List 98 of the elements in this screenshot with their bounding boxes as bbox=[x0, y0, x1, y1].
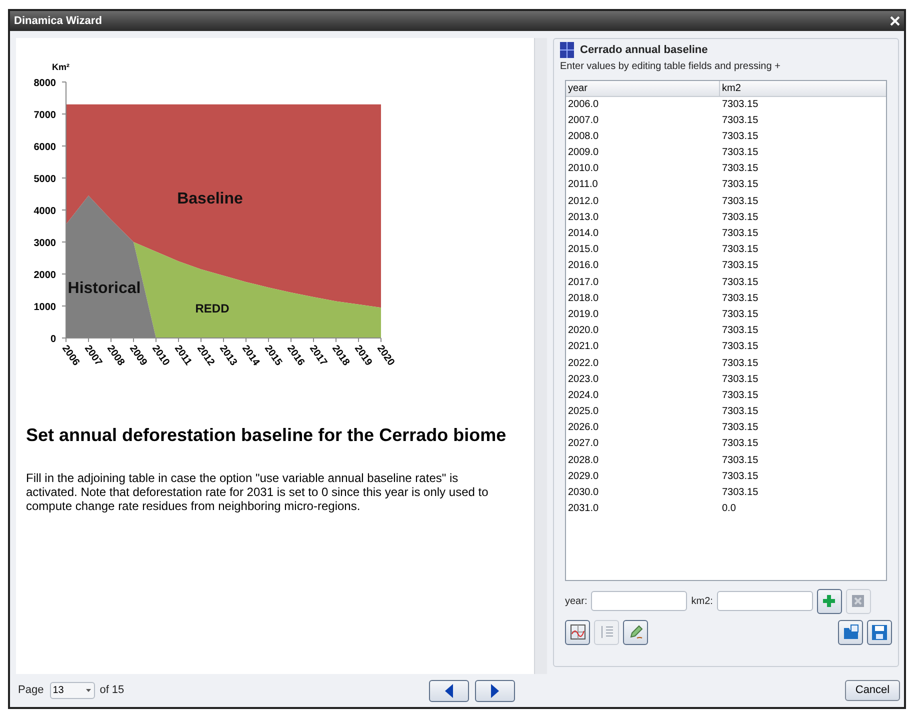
table-cell-text: 7303.15 bbox=[721, 98, 760, 112]
table-cell-text: 7303.15 bbox=[721, 470, 760, 484]
input-field[interactable] bbox=[591, 591, 688, 611]
plus-icon bbox=[823, 595, 836, 607]
table-cell-text: 7303.15 bbox=[721, 114, 760, 128]
table-cell-text: 7303.15 bbox=[721, 146, 760, 160]
page-heading: Set annual deforestation baseline for the Cerrado biome bbox=[26, 424, 508, 447]
y-axis-label: Km² bbox=[52, 62, 70, 72]
table-cell-text: 2021.0 bbox=[567, 340, 600, 354]
table-cell-text: 2011.0 bbox=[567, 178, 599, 192]
close-icon[interactable] bbox=[890, 16, 900, 26]
table-cell-text: 2014.0 bbox=[567, 227, 600, 241]
y-tick-label: 0 bbox=[50, 334, 56, 345]
table-cell-text: 7303.15 bbox=[721, 194, 760, 209]
description-text: Fill in the adjoining table in case the option "use variable annual baseline rates" is activated. Note that deforestation rate for 2031 is set to 0 since this year is only used to compute change rate residues from neighboring micro-regions. bbox=[26, 471, 490, 513]
table-cell-text: 2013.0 bbox=[567, 210, 600, 225]
table-cell-text: 7303.15 bbox=[721, 486, 760, 500]
series-label: Baseline bbox=[177, 190, 243, 208]
table-cell-text: 2008.0 bbox=[567, 130, 600, 144]
table-cell-text: 7303.15 bbox=[721, 356, 760, 370]
table-cell-text: 2016.0 bbox=[567, 259, 600, 274]
panel-hint: Enter values by editing table fields and pressing + bbox=[560, 60, 782, 74]
table-cell-text: 0.0 bbox=[721, 502, 737, 516]
next-button[interactable] bbox=[475, 680, 515, 702]
table-cell-text: 7303.15 bbox=[721, 162, 760, 176]
panel-title: Cerrado annual baseline bbox=[580, 43, 708, 58]
edit-button[interactable] bbox=[623, 620, 648, 644]
table-cell-text: 7303.15 bbox=[721, 454, 760, 468]
list-icon bbox=[600, 625, 614, 639]
chart-icon bbox=[570, 624, 586, 640]
table-cell-text: 2019.0 bbox=[567, 308, 600, 322]
previous-button[interactable] bbox=[429, 680, 469, 702]
table-cell-text: 7303.15 bbox=[721, 292, 760, 306]
close-icon bbox=[852, 595, 864, 607]
y-tick-label: 6000 bbox=[34, 142, 56, 153]
table-cell-text: 2024.0 bbox=[567, 388, 600, 403]
table-cell-text: 2027.0 bbox=[567, 437, 600, 452]
table-cell-text: 2023.0 bbox=[567, 372, 600, 387]
pencil-icon bbox=[628, 624, 644, 640]
open-button[interactable] bbox=[838, 620, 863, 644]
table-cell-text: 7303.15 bbox=[721, 405, 760, 420]
table-cell-text: 2022.0 bbox=[567, 356, 600, 370]
table-cell-text: 7303.15 bbox=[721, 324, 760, 338]
column-header[interactable]: year bbox=[566, 80, 720, 96]
table-cell-text: 2017.0 bbox=[567, 276, 600, 290]
table-cell-text: 7303.15 bbox=[721, 308, 760, 322]
table-cell-text: 2029.0 bbox=[567, 470, 600, 484]
table-cell-text: 2028.0 bbox=[567, 454, 600, 468]
table-cell-text: 2020.0 bbox=[567, 324, 600, 338]
table-cell-text: 7303.15 bbox=[721, 372, 760, 387]
input-field[interactable] bbox=[716, 591, 813, 611]
table-cell-text: 2030.0 bbox=[567, 486, 600, 500]
grid-icon bbox=[560, 42, 574, 58]
right-arrow-icon bbox=[491, 684, 499, 698]
table-cell-text: 7303.15 bbox=[721, 421, 760, 436]
chart-button[interactable] bbox=[565, 620, 590, 644]
table-cell-text: 2007.0 bbox=[567, 114, 600, 128]
table-cell-text: 7303.15 bbox=[721, 259, 760, 274]
floppy-icon bbox=[872, 624, 887, 640]
table-cell-text: 7303.15 bbox=[721, 437, 760, 452]
y-tick-label: 5000 bbox=[34, 174, 56, 185]
series-label: REDD bbox=[195, 301, 230, 316]
field-label: km2: bbox=[691, 594, 713, 608]
left-arrow-icon bbox=[445, 684, 453, 698]
save-button[interactable] bbox=[867, 620, 892, 644]
table-cell-text: 2026.0 bbox=[567, 421, 600, 436]
table-cell-text: 7303.15 bbox=[721, 130, 760, 144]
y-tick-label: 3000 bbox=[34, 238, 56, 249]
table-cell-text: 7303.15 bbox=[721, 276, 760, 290]
table-cell-text: 7303.15 bbox=[721, 243, 760, 258]
table-cell-text: 2012.0 bbox=[567, 194, 600, 209]
table-cell-text: 2025.0 bbox=[567, 405, 600, 420]
y-tick-label: 1000 bbox=[34, 302, 56, 313]
table-cell-text: 7303.15 bbox=[721, 178, 760, 192]
table-cell-text: 2018.0 bbox=[567, 292, 600, 306]
page-select[interactable]: 13 bbox=[50, 682, 95, 699]
table-cell-text: 2031.0 bbox=[567, 502, 600, 516]
table-cell-text: 7303.15 bbox=[721, 210, 760, 225]
page-label: Page bbox=[18, 683, 44, 698]
table-cell-text: 7303.15 bbox=[721, 227, 760, 241]
table-cell-text: 2006.0 bbox=[567, 98, 600, 112]
add-button[interactable] bbox=[816, 588, 842, 614]
y-tick-label: 2000 bbox=[34, 270, 56, 281]
table-cell-text: 7303.15 bbox=[721, 340, 760, 354]
table-cell-text: 7303.15 bbox=[721, 388, 760, 403]
table-cell-text: 2009.0 bbox=[567, 146, 600, 160]
y-tick-label: 7000 bbox=[34, 110, 56, 121]
folder-icon bbox=[842, 624, 858, 640]
field-label: year: bbox=[565, 594, 588, 608]
table-cell-text: 2015.0 bbox=[567, 243, 600, 258]
window-title: Dinamica Wizard bbox=[14, 14, 102, 29]
y-tick-label: 4000 bbox=[34, 206, 56, 217]
table-cell-text: 2010.0 bbox=[567, 162, 600, 176]
cancel-button[interactable]: Cancel bbox=[845, 680, 900, 701]
y-tick-label: 8000 bbox=[34, 78, 56, 89]
column-header[interactable]: km2 bbox=[720, 80, 886, 96]
page-total: of 15 bbox=[100, 683, 124, 698]
series-label: Historical bbox=[68, 280, 141, 298]
